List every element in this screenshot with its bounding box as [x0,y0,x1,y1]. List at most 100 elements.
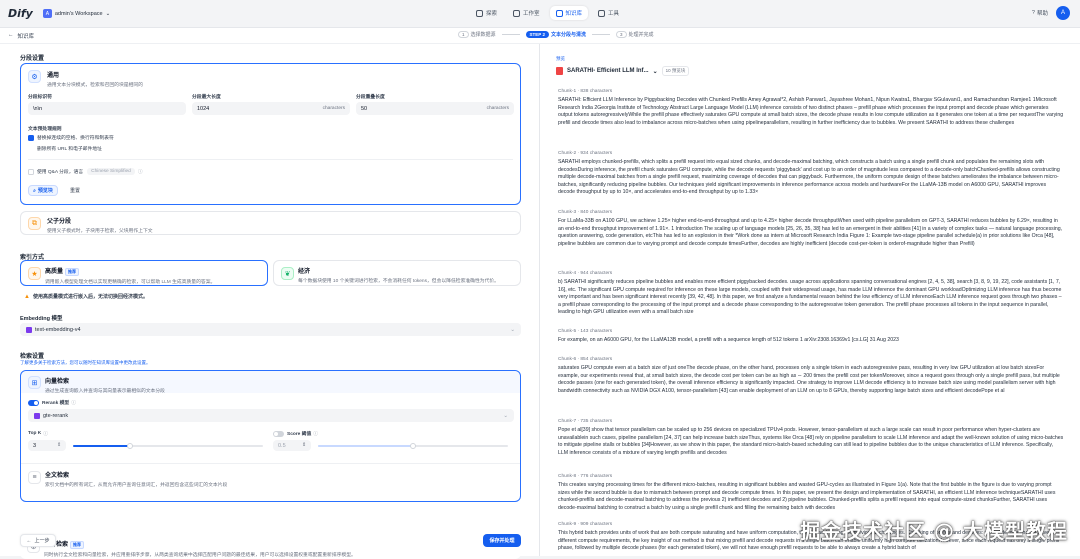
help-button[interactable]: ? 帮助 [1032,9,1048,17]
embedding-model-select[interactable]: text-embedding-v4 ⌄ [20,323,521,336]
score-toggle-row[interactable]: Score 阈值 ⓘ [273,430,318,437]
rerank-label: Rerank 模型 [42,401,70,406]
step-2-num: STEP 2 [525,31,549,38]
nav-studio-label: 工作室 [523,11,540,17]
workspace-switcher[interactable]: A admin's Workspace ⌄ [42,9,110,18]
preview-chunk: Chunk-7 · 735 characters Pope et al[39] s… [558,419,1064,457]
vector-search-card[interactable]: ⊞ 向量检索 通过生成查询嵌入并查询与其向量表示最相似的文本分段 Rerank … [20,370,521,502]
topk-slider-fill [73,445,130,447]
rerank-toggle-row[interactable]: Rerank 模型 ⓘ [28,399,76,406]
preview-chunks-button[interactable]: ⌕ 预览块 [28,185,58,196]
embedding-model-value: text-embedding-v4 [35,326,81,333]
overlap-input[interactable]: 50 characters [356,102,514,115]
max-length-label: 分段最大长度 [192,95,221,100]
step-divider [591,34,610,35]
rules-label: 文本预处理规则 [28,127,62,132]
preview-chunk-count: 10 预览块 [661,66,690,76]
topk-label: Top K [28,431,42,436]
previous-step-label: 上一步 [34,538,50,544]
high-quality-title: 高质量 推荐 [45,266,215,276]
high-quality-label: 高质量 [45,269,64,275]
info-icon: ⓘ [43,432,49,437]
fulltext-option[interactable]: 全文检索 索引文档中的所有词汇，从而允许用户查询任意词汇，并返回包含这些词汇的文… [45,470,227,488]
nav-explore[interactable]: 探索 [470,6,503,20]
nav-tools-label: 工具 [608,11,620,17]
rule-urls[interactable]: 删除所有 URL 和电子邮件地址 [37,145,102,152]
rerank-model-select[interactable]: gte-rerank ⌄ [28,409,514,422]
economy-desc: 每个数据块使用 10 个关键词进行检索，不会消耗任何 tokens，但会以降低检… [298,279,499,284]
leaf-icon: ❦ [281,267,294,280]
nav-tools[interactable]: 工具 [592,6,625,20]
chunk-text: b) SARATHI significantly reduces pipelin… [558,279,1062,316]
chevron-down-icon: ⌄ [510,326,515,333]
stepper: 1 选择数据源 STEP 2 文本分段与清洗 3 处理并完成 [458,31,654,38]
step-2-label: 文本分段与清洗 [550,32,586,38]
retrieval-learn-more-link[interactable]: 了解更多关于检索方法，您可以随时在知识库设置中更改此设置。 [20,360,151,366]
step-3: 3 处理并完成 [615,31,654,38]
delimiter-input[interactable]: \n\n [28,102,186,115]
hybrid-title: 混合检索 推荐 [44,539,356,549]
high-quality-card[interactable]: ★ 高质量 推荐 调用嵌入模型处理文档以实现更精确的检索，可以帮助 LLM 生成高… [20,260,268,286]
preview-document-name: SARATHI- Efficient LLM Inf... [567,68,649,74]
stepper-icon: ⇕ [56,443,61,448]
hybrid-desc: 同时执行全文检索和向量检索，并应用重排序步骤，从两类查询结果中选择匹配用户问题的… [44,553,356,558]
reset-button[interactable]: 重置 [62,185,88,196]
back-to-knowledge[interactable]: ← 知识库 [8,32,34,40]
vector-desc: 通过生成查询嵌入并查询与其向量表示最相似的文本分段 [45,389,165,394]
topk-slider[interactable] [73,443,263,449]
chevron-down-icon: ⌄ [503,412,508,419]
rule-whitespace-label: 替换掉连续的空格、换行符和制表符 [37,136,114,141]
rerank-toggle[interactable] [28,399,39,406]
qa-toggle[interactable]: 使用 Q&A 分段，语言 Chinese Simplified ⓘ [28,168,143,175]
index-warning-text: 使用高质量模式进行嵌入后，无法切换回经济模式。 [32,294,148,300]
pdf-icon [556,67,563,75]
max-length-value: 1024 [197,105,210,112]
fulltext-desc: 索引文档中的所有词汇，从而允许用户查询任意词汇，并返回包含这些词汇的文本片段 [45,483,228,488]
studio-icon [513,9,521,17]
checkbox-checked[interactable] [28,134,34,141]
user-avatar[interactable]: A [1056,6,1070,20]
parent-child-card[interactable]: ⧉ 父子分段 使用父子模式时，子块用于检索，父块用作上下文 [20,211,521,235]
score-slider-handle[interactable] [410,443,416,449]
warning-icon: ▲ [24,293,30,300]
nav-studio[interactable]: 工作室 [507,6,546,20]
score-slider[interactable] [318,443,508,449]
chunk-text: saturates GPU compute even at a batch si… [558,365,1060,394]
topk-input[interactable]: 3 ⇕ [28,440,66,451]
max-length-unit: characters [322,106,345,111]
vector-title: 向量检索 [45,379,70,385]
chunk-header: Chunk-4 · 944 characters [558,271,613,276]
checkbox-unchecked[interactable] [28,168,34,175]
rule-whitespace[interactable]: 替换掉连续的空格、换行符和制表符 [28,134,114,141]
previous-step-button[interactable]: ← 上一步 [20,534,56,547]
dify-logo[interactable]: Dify [8,7,33,20]
score-input[interactable]: 0.5 ⇕ [273,440,311,451]
arrow-left-icon: ← [8,32,14,38]
qa-language-select[interactable]: Chinese Simplified [87,168,135,175]
score-threshold-toggle[interactable] [273,430,284,437]
save-and-process-button[interactable]: 保存并处理 [483,534,521,547]
preview-chunk: Chunk-5 · 143 characters For example, on … [558,329,1064,345]
topk-slider-handle[interactable] [127,443,133,449]
fulltext-icon: ≡ [28,471,41,484]
info-icon: ⓘ [137,170,143,175]
general-chunk-card[interactable]: ⚙ 通用 通用文本分块模式，检索和召回的块是相同的 分段标识符 \n\n 分段最… [20,63,521,205]
preview-chunk: Chunk-2 · 934 characters SARATHI employs … [558,151,1064,197]
step-3-label: 处理并完成 [628,32,654,38]
nav-knowledge[interactable]: 知识库 [549,6,589,20]
recommend-badge: 推荐 [65,268,80,276]
info-icon: ⓘ [313,432,319,437]
max-length-input[interactable]: 1024 characters [192,102,350,115]
economy-card[interactable]: ❦ 经济 每个数据块使用 10 个关键词进行检索，不会消耗任何 tokens，但… [273,260,521,286]
preview-document-selector[interactable]: SARATHI- Efficient LLM Inf... ⌄ 10 预览块 [556,66,690,76]
segment-section-title: 分段设置 [20,56,45,62]
workspace-avatar: A [42,9,52,18]
score-slider-fill [318,445,413,447]
vector-icon: ⊞ [28,376,41,389]
settings-panel: 分段设置 ⚙ 通用 通用文本分块模式，检索和召回的块是相同的 分段标识符 \n\… [0,44,540,559]
topk-value: 3 [33,442,37,449]
step-divider [501,34,520,35]
chunk-text: SARATHI employs chunked-prefills, which … [558,159,1060,196]
index-warning: ▲ 使用高质量模式进行嵌入后，无法切换回经济模式。 [24,293,148,301]
star-icon: ★ [28,267,41,280]
